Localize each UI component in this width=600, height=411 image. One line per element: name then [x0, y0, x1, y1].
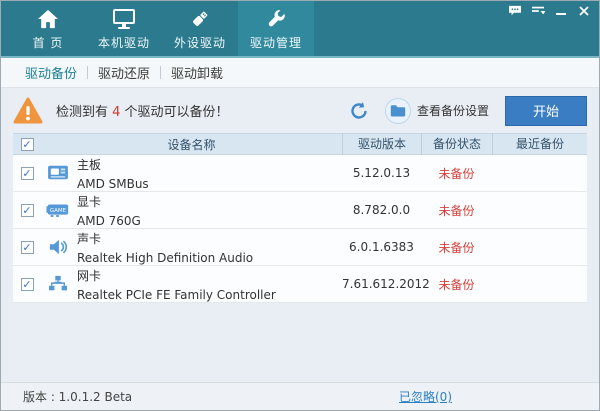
- row-checkbox[interactable]: ✓: [21, 278, 34, 291]
- monitor-icon: [111, 7, 137, 31]
- folder-icon: [385, 98, 411, 124]
- column-header-driver-version[interactable]: 驱动版本: [342, 133, 421, 155]
- tab-strip: 驱动备份 驱动还原 驱动卸载: [1, 58, 599, 88]
- tab-driver-uninstall[interactable]: 驱动卸载: [161, 63, 233, 82]
- nav-item-home[interactable]: 首 页: [10, 1, 86, 56]
- backup-settings-button[interactable]: 查看备份设置: [385, 98, 489, 124]
- nav-item-label: 驱动管理: [250, 34, 302, 51]
- feedback-icon[interactable]: [508, 4, 522, 18]
- tab-driver-backup[interactable]: 驱动备份: [15, 63, 87, 82]
- version-label: 版本 : 1.0.1.2 Beta: [23, 388, 132, 405]
- table-row-network-card[interactable]: ✓ 网卡 Realtek PCIe FE Family Controller 7…: [13, 266, 587, 303]
- usb-icon: [187, 7, 213, 31]
- alert-bar: 检测到有 4 个驱动可以备份！ 查看备份设置 开始: [1, 88, 599, 133]
- status-bar: 版本 : 1.0.1.2 Beta 已忽略(0): [1, 382, 599, 410]
- device-type: 网卡: [77, 267, 276, 284]
- speaker-icon: [46, 236, 70, 258]
- home-icon: [35, 7, 61, 31]
- column-header-device-name[interactable]: 设备名称: [41, 136, 342, 153]
- select-all-checkbox[interactable]: ✓: [21, 138, 34, 151]
- nav-item-local-drivers[interactable]: 本机驱动: [86, 1, 162, 56]
- table-row-motherboard[interactable]: ✓ 主板 AMD SMBus 5.12.0.13 未备份: [13, 155, 587, 192]
- column-header-backup-status[interactable]: 备份状态: [421, 133, 492, 155]
- gpu-icon: GAME: [46, 199, 70, 221]
- backup-status: 未备份: [421, 239, 492, 256]
- top-navbar: 首 页 本机驱动 外设驱动 驱动管理: [1, 1, 599, 58]
- nav-item-label: 首 页: [33, 34, 64, 51]
- column-header-recent-backup[interactable]: 最近备份: [492, 133, 587, 155]
- row-checkbox[interactable]: ✓: [21, 241, 34, 254]
- row-checkbox[interactable]: ✓: [21, 167, 34, 180]
- nav-item-driver-management[interactable]: 驱动管理: [238, 1, 314, 56]
- device-name: AMD 760G: [77, 214, 141, 228]
- backup-status: 未备份: [421, 276, 492, 293]
- menu-icon[interactable]: [531, 4, 545, 18]
- row-checkbox[interactable]: ✓: [21, 204, 34, 217]
- close-button[interactable]: [577, 4, 591, 18]
- refresh-icon[interactable]: [349, 101, 369, 121]
- alert-text: 检测到有 4 个驱动可以备份！: [56, 101, 229, 120]
- warning-icon: [13, 97, 43, 125]
- table-header: ✓ 设备名称 驱动版本 备份状态 最近备份: [13, 133, 587, 155]
- svg-text:GAME: GAME: [50, 208, 67, 214]
- window-controls: [508, 4, 591, 18]
- driver-version: 6.0.1.6383: [342, 240, 421, 254]
- driver-version: 7.61.612.2012: [342, 277, 421, 291]
- start-button[interactable]: 开始: [505, 96, 587, 126]
- app-window: 首 页 本机驱动 外设驱动 驱动管理: [0, 0, 600, 411]
- backup-status: 未备份: [421, 165, 492, 182]
- nav-item-label: 外设驱动: [174, 34, 226, 51]
- backup-settings-label: 查看备份设置: [417, 102, 489, 119]
- backup-status: 未备份: [421, 202, 492, 219]
- ignored-link[interactable]: 已忽略(0): [399, 388, 452, 405]
- table-row-sound-card[interactable]: ✓ 声卡 Realtek High Definition Audio 6.0.1…: [13, 229, 587, 266]
- network-icon: [46, 273, 70, 295]
- wrench-icon: [263, 7, 289, 31]
- minimize-button[interactable]: [554, 4, 568, 18]
- tab-driver-restore[interactable]: 驱动还原: [88, 63, 160, 82]
- driver-version: 8.782.0.0: [342, 203, 421, 217]
- nav-item-label: 本机驱动: [98, 34, 150, 51]
- device-name: Realtek PCIe FE Family Controller: [77, 288, 276, 302]
- device-name: Realtek High Definition Audio: [77, 251, 253, 265]
- device-name: AMD SMBus: [77, 177, 149, 191]
- nav-item-peripheral-drivers[interactable]: 外设驱动: [162, 1, 238, 56]
- driver-table: ✓ 设备名称 驱动版本 备份状态 最近备份 ✓ 主板 AMD SMBus 5.1…: [13, 133, 587, 303]
- device-type: 主板: [77, 156, 149, 173]
- motherboard-icon: [46, 162, 70, 184]
- device-type: 显卡: [77, 193, 141, 210]
- driver-version: 5.12.0.13: [342, 166, 421, 180]
- device-type: 声卡: [77, 230, 253, 247]
- table-row-graphics-card[interactable]: ✓ GAME 显卡 AMD 760G 8.782.0.0 未备份: [13, 192, 587, 229]
